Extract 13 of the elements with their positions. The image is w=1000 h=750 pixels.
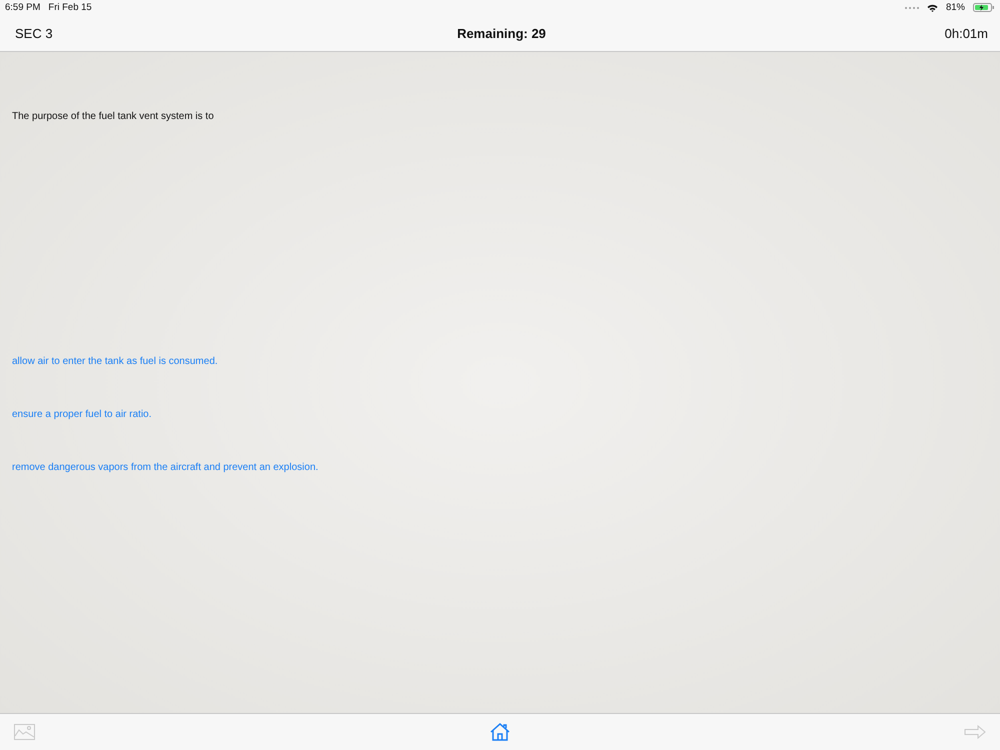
- status-time: 6:59 PM: [5, 2, 40, 13]
- question-text: The purpose of the fuel tank vent system is to: [12, 111, 214, 122]
- battery-icon: [973, 3, 995, 12]
- section-label: SEC 3: [15, 26, 54, 40]
- answer-option[interactable]: remove dangerous vapors from the aircraft and prevent an explosion.: [12, 462, 318, 473]
- answer-option[interactable]: ensure a proper fuel to air ratio.: [12, 409, 152, 420]
- status-date: Fri Feb 15: [48, 2, 92, 13]
- wifi-icon: [926, 4, 938, 12]
- remaining-count: Remaining: 29: [456, 26, 547, 40]
- elapsed-timer: 0h:01m: [944, 26, 988, 40]
- answer-option[interactable]: allow air to enter the tank as fuel is consumed.: [12, 356, 218, 367]
- battery-percent: 81%: [946, 2, 965, 13]
- home-button[interactable]: [490, 723, 510, 741]
